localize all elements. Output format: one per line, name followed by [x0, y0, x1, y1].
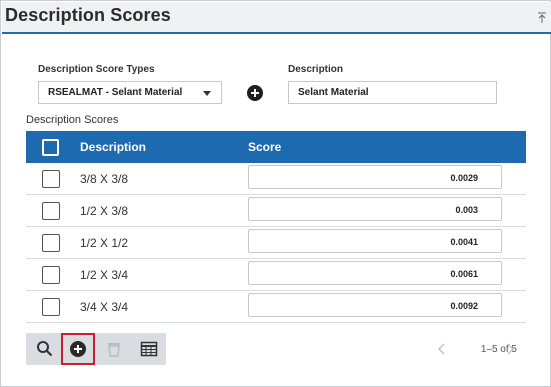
plus-circle-icon: [70, 341, 86, 357]
chevron-left-icon[interactable]: [437, 343, 447, 355]
panel-header: Description Scores: [2, 2, 551, 34]
score-type-select[interactable]: RSEALMAT - Selant Material: [38, 81, 222, 104]
page-title: Description Scores: [5, 5, 171, 25]
search-button[interactable]: [28, 333, 62, 365]
row-description: 3/8 X 3/8: [80, 172, 129, 186]
row-checkbox[interactable]: [42, 170, 60, 188]
description-label: Description: [288, 64, 344, 75]
row-checkbox[interactable]: [42, 202, 60, 220]
table-row: 1/2 X 3/8 0.003: [26, 195, 526, 227]
row-checkbox[interactable]: [42, 266, 60, 284]
score-input[interactable]: 0.0061: [248, 261, 502, 285]
search-icon: [37, 341, 53, 357]
score-input[interactable]: 0.0041: [248, 229, 502, 253]
table-row: 3/8 X 3/8 0.0029: [26, 163, 526, 195]
collapse-icon[interactable]: [537, 12, 547, 24]
trash-icon: [108, 343, 120, 357]
chevron-right-icon[interactable]: [505, 343, 515, 355]
table-icon: [140, 341, 158, 357]
description-field[interactable]: Selant Material: [288, 81, 497, 104]
plus-circle-icon[interactable]: [247, 85, 263, 101]
score-type-value: RSEALMAT - Selant Material: [48, 87, 183, 98]
row-description: 3/4 X 3/4: [80, 300, 129, 314]
delete-button[interactable]: [97, 333, 131, 365]
score-input[interactable]: 0.0092: [248, 293, 502, 317]
score-input[interactable]: 0.0029: [248, 165, 502, 189]
row-description: 1/2 X 1/2: [80, 236, 129, 250]
grid-toolbar: [26, 333, 166, 365]
table-row: 1/2 X 3/4 0.0061: [26, 259, 526, 291]
row-description: 1/2 X 3/8: [80, 204, 129, 218]
score-input[interactable]: 0.003: [248, 197, 502, 221]
row-checkbox[interactable]: [42, 298, 60, 316]
columns-button[interactable]: [132, 333, 166, 365]
grid-header: Description Score: [26, 131, 526, 163]
row-description: 1/2 X 3/4: [80, 268, 129, 282]
column-header-description[interactable]: Description: [80, 140, 146, 154]
table-row: 3/4 X 3/4 0.0092: [26, 291, 526, 323]
select-all-checkbox[interactable]: [42, 139, 59, 156]
column-header-score[interactable]: Score: [248, 140, 281, 154]
row-checkbox[interactable]: [42, 234, 60, 252]
section-label: Description Scores: [26, 114, 119, 126]
table-row: 1/2 X 1/2 0.0041: [26, 227, 526, 259]
type-label: Description Score Types: [38, 64, 155, 75]
chevron-down-icon: [203, 91, 211, 96]
add-row-button[interactable]: [61, 333, 95, 365]
